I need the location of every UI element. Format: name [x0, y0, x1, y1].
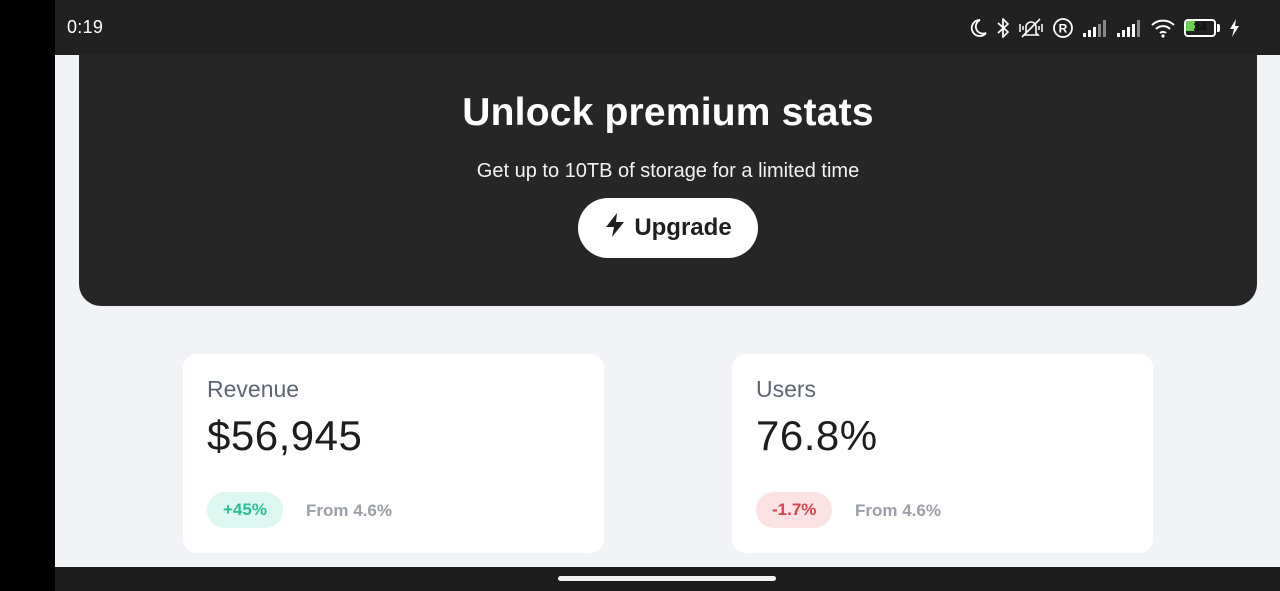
comparison-text: From 4.6%: [855, 501, 941, 520]
change-badge: +45%: [207, 492, 283, 528]
users-card: Users 76.8% -1.7% From 4.6%: [732, 354, 1153, 553]
stat-value: 76.8%: [756, 412, 878, 459]
battery-level: 34: [1193, 20, 1207, 34]
upgrade-button[interactable]: Upgrade: [578, 198, 758, 258]
premium-banner: Unlock premium stats Get up to 10TB of s…: [79, 55, 1257, 306]
registered-icon: R: [1052, 17, 1074, 39]
comparison-text: From 4.6%: [306, 501, 392, 520]
banner-subtitle: Get up to 10TB of storage for a limited …: [476, 160, 860, 182]
stat-label: Users: [756, 376, 817, 402]
screen-bezel: [0, 0, 55, 591]
signal-icon: [1116, 18, 1142, 38]
charging-icon: [1228, 18, 1240, 38]
stat-value: $56,945: [207, 412, 363, 459]
revenue-card: Revenue $56,945 +45% From 4.6%: [183, 354, 604, 553]
stat-label: Revenue: [207, 376, 300, 402]
status-time: 0:19: [67, 17, 104, 37]
svg-text:R: R: [1059, 22, 1068, 36]
status-bar: 0:19 R 34: [55, 0, 1280, 55]
battery-icon: 34: [1184, 19, 1220, 37]
status-icons: R 34: [968, 14, 1240, 42]
bluetooth-icon: [996, 17, 1010, 39]
banner-title: Unlock premium stats: [462, 91, 874, 134]
lightning-icon: [604, 212, 626, 245]
mute-vibrate-icon: [1018, 17, 1044, 39]
home-indicator[interactable]: [558, 576, 776, 581]
wifi-icon: [1150, 18, 1176, 38]
navigation-bar: [55, 567, 1280, 591]
signal-icon: [1082, 18, 1108, 38]
moon-icon: [968, 18, 988, 38]
upgrade-button-label: Upgrade: [634, 214, 732, 241]
change-badge: -1.7%: [756, 492, 833, 528]
app-content: Unlock premium stats Get up to 10TB of s…: [55, 55, 1280, 567]
